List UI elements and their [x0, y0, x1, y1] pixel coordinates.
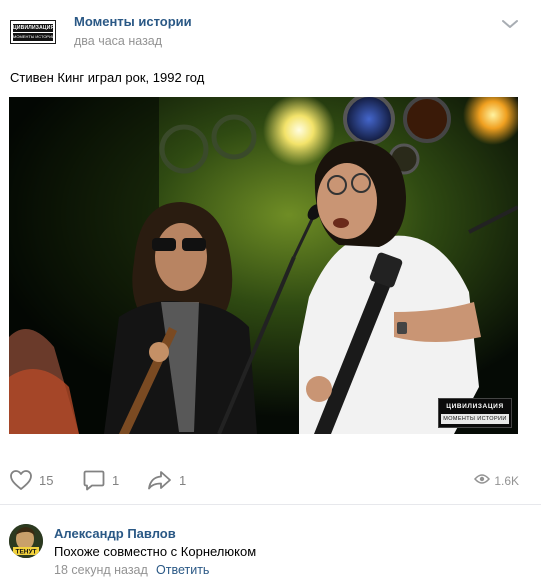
share-count: 1 [179, 472, 187, 488]
post-photo[interactable]: ЦИВИЛИЗАЦИЯ МОМЕНТЫ ИСТОРИИ [9, 97, 518, 434]
photo-illustration [9, 97, 518, 434]
reply-button[interactable]: Ответить [156, 563, 209, 577]
post-header: ЦИВИЛИЗАЦИЯ МОМЕНТЫ ИСТОРИИ Моменты исто… [0, 0, 541, 62]
heart-icon [9, 469, 33, 491]
views-count: 1.6K [494, 474, 519, 488]
share-icon [147, 469, 173, 491]
group-name[interactable]: Моменты истории [74, 14, 192, 29]
group-avatar[interactable]: ЦИВИЛИЗАЦИЯ МОМЕНТЫ ИСТОРИИ [10, 20, 56, 44]
group-logo-bottom: МОМЕНТЫ ИСТОРИИ [13, 33, 53, 41]
group-logo-top: ЦИВИЛИЗАЦИЯ [13, 24, 53, 32]
comment-item: ТЕНУТ Александр Павлов Похоже совместно … [0, 512, 541, 586]
eye-icon [474, 472, 491, 490]
comment-author[interactable]: Александр Павлов [54, 526, 176, 541]
chevron-down-icon[interactable] [499, 15, 521, 33]
post-actions: 15 1 1 1.6K [0, 458, 541, 502]
comment-icon [82, 469, 106, 491]
watermark-logo: ЦИВИЛИЗАЦИЯ МОМЕНТЫ ИСТОРИИ [438, 398, 512, 428]
watermark-top-text: ЦИВИЛИЗАЦИЯ [446, 403, 504, 410]
comment-time[interactable]: 18 секунд назад [54, 563, 148, 577]
post-time[interactable]: два часа назад [74, 34, 162, 48]
like-count: 15 [39, 472, 54, 488]
post-text: Стивен Кинг играл рок, 1992 год [10, 70, 205, 85]
avatar[interactable]: ТЕНУТ [9, 524, 43, 558]
views-counter: 1.6K [474, 472, 519, 490]
comment-text: Похоже совместно с Корнелюком [54, 544, 257, 559]
comment-button[interactable]: 1 [82, 468, 119, 492]
share-button[interactable]: 1 [147, 468, 186, 492]
avatar-text: ТЕНУТ [15, 549, 36, 556]
watermark-bottom-text: МОМЕНТЫ ИСТОРИИ [441, 414, 509, 424]
divider [0, 504, 541, 505]
like-button[interactable]: 15 [9, 468, 53, 492]
comment-count: 1 [112, 472, 120, 488]
